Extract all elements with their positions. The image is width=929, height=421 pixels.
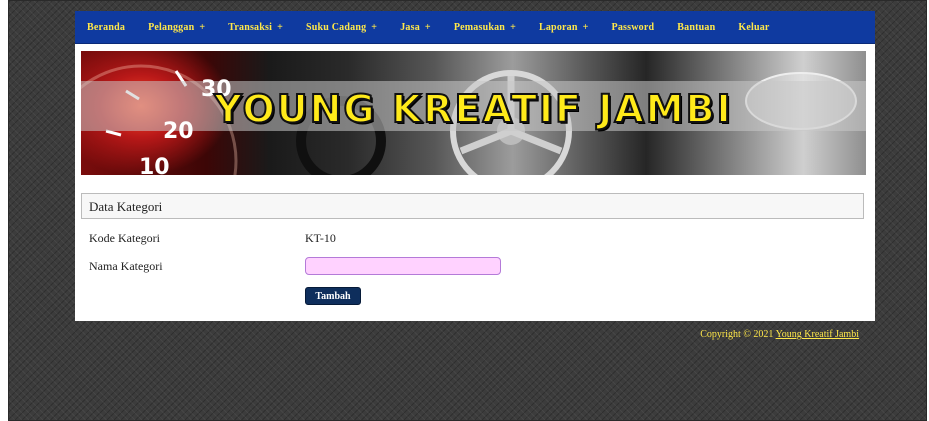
- header-banner: 30 20 10 YOUNG KREATIF JAMBI: [81, 51, 866, 175]
- plus-icon: +: [277, 21, 283, 33]
- plus-icon: +: [371, 21, 378, 33]
- nama-kategori-input[interactable]: [305, 257, 501, 275]
- nav-item-transaksi[interactable]: Transaksi +: [228, 22, 283, 33]
- nav-item-jasa[interactable]: Jasa +: [400, 22, 431, 33]
- nav-item-laporan[interactable]: Laporan +: [539, 22, 589, 33]
- plus-icon: +: [199, 21, 206, 33]
- nav-item-pemasukan[interactable]: Pemasukan +: [454, 22, 516, 33]
- tambah-button[interactable]: Tambah: [305, 287, 361, 305]
- top-navigation: Beranda Pelanggan + Transaksi + Suku Cadan…: [75, 11, 875, 44]
- gauge-number: 10: [139, 155, 170, 175]
- plus-icon: +: [510, 21, 516, 33]
- banner-title: YOUNG KREATIF JAMBI: [213, 86, 733, 132]
- nav-item-password[interactable]: Password: [612, 22, 655, 33]
- nav-item-suku-cadang[interactable]: Suku Cadang +: [306, 22, 377, 33]
- footer-link[interactable]: Young Kreatif Jambi: [776, 329, 859, 340]
- panel-title: Data Kategori: [81, 193, 864, 219]
- nav-item-pelanggan[interactable]: Pelanggan +: [148, 22, 205, 33]
- main-container: Beranda Pelanggan + Transaksi + Suku Cadan…: [75, 11, 875, 321]
- plus-icon: +: [582, 21, 589, 33]
- kode-kategori-label: Kode Kategori: [89, 231, 160, 245]
- footer: Copyright © 2021 Young Kreatif Jambi: [700, 329, 859, 340]
- plus-icon: +: [424, 21, 431, 33]
- nav-item-keluar[interactable]: Keluar: [738, 22, 769, 33]
- copyright-text: Copyright © 2021: [700, 329, 774, 340]
- nama-kategori-label: Nama Kategori: [89, 259, 163, 273]
- nav-item-beranda[interactable]: Beranda: [87, 22, 125, 33]
- nav-item-bantuan[interactable]: Bantuan: [677, 22, 715, 33]
- kode-kategori-value: KT-10: [305, 231, 336, 245]
